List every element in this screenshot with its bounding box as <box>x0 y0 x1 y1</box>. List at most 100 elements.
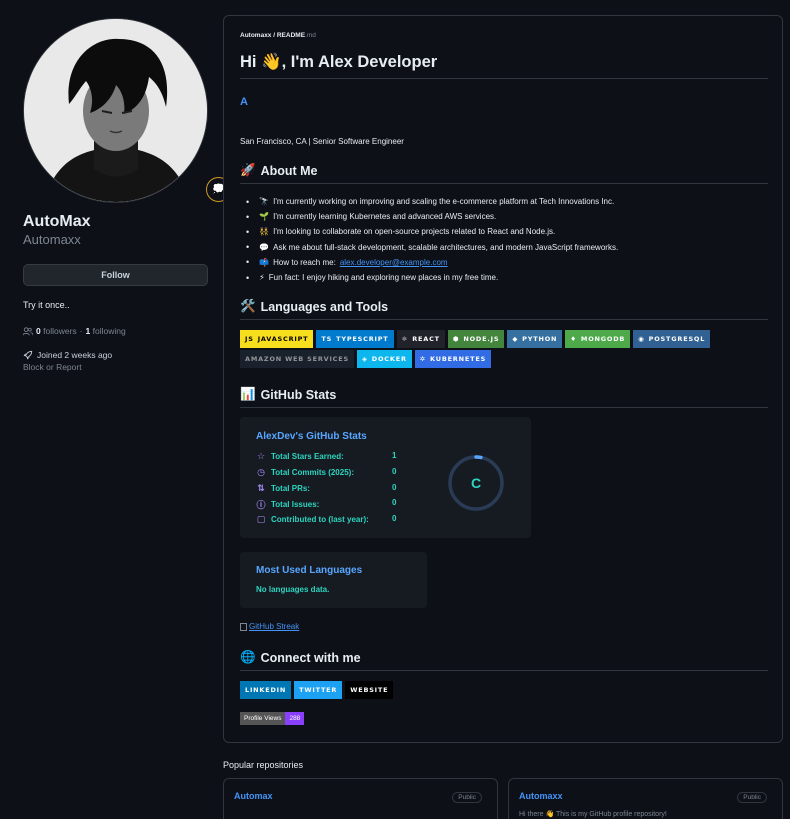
postgresql-icon: ◉ <box>638 335 645 343</box>
langs-card-title: Most Used Languages <box>256 565 363 576</box>
langs-card-empty: No languages data. <box>256 585 330 594</box>
badge-label: WEBSITE <box>350 686 389 694</box>
stats-heading-text: GitHub Stats <box>260 387 337 402</box>
repo-description: Hi there 👋 This is my GitHub profile rep… <box>519 811 667 818</box>
follow-button[interactable]: Follow <box>23 264 208 286</box>
badge-node-js[interactable]: ⬢ NODE.JS <box>447 330 505 348</box>
about-item: 🌱I'm currently learning Kubernetes and a… <box>246 209 618 224</box>
about-item-icon: 🌱 <box>259 212 270 222</box>
repo-card: Automax Public <box>223 778 498 819</box>
followers-link[interactable]: 0 followers <box>36 326 77 336</box>
tools-badges-row-2: AMAZON WEB SERVICES ◈ DOCKER ✲ KUBERNETES <box>240 350 492 368</box>
stat-row: ☆ Total Stars Earned: <box>256 451 344 462</box>
stat-value: 0 <box>392 466 397 476</box>
badge-label: NODE.JS <box>463 335 500 343</box>
crumb-user-link[interactable]: Automaxx <box>240 32 271 39</box>
rank-letter: C <box>471 475 481 491</box>
badge-label: TYPESCRIPT <box>336 335 389 343</box>
profile-views-badge: Profile Views 288 <box>240 712 305 725</box>
about-item: ⚡Fun fact: I enjoy hiking and exploring … <box>246 270 618 285</box>
popular-repos-heading: Popular repositories <box>223 760 304 770</box>
stat-value: 0 <box>392 482 397 492</box>
badge-label: POSTGRESQL <box>648 335 706 343</box>
globe-icon: 🌐 <box>240 650 256 664</box>
stat-icon: ◷ <box>257 466 265 477</box>
badge-label: DOCKER <box>371 355 407 363</box>
badge-amazon-web-services[interactable]: AMAZON WEB SERVICES <box>240 350 354 368</box>
display-name: AutoMax <box>23 213 91 230</box>
connect-badges: LINKEDIN TWITTER WEBSITE <box>240 681 394 699</box>
email-link[interactable]: alex.developer@example.com <box>340 258 448 267</box>
typescript-icon: TS <box>321 335 333 343</box>
stat-label: Total PRs: <box>271 483 310 493</box>
badge-kubernetes[interactable]: ✲ KUBERNETES <box>414 350 492 368</box>
about-item-icon: 📫 <box>259 257 270 267</box>
joined-info: Joined 2 weeks ago <box>23 350 208 360</box>
about-item-text: I'm looking to collaborate on open-sourc… <box>273 227 556 237</box>
about-item-text: Ask me about full-stack development, sca… <box>273 242 619 252</box>
joined-text: Joined 2 weeks ago <box>37 350 113 360</box>
stats-separator: · <box>79 326 83 336</box>
social-badge-linkedin[interactable]: LINKEDIN <box>240 681 292 699</box>
badge-label: JAVASCRIPT <box>257 335 309 343</box>
repo-card: Automaxx Public Hi there 👋 This is my Gi… <box>508 778 783 819</box>
stats-heading: 📊 GitHub Stats <box>240 387 768 408</box>
tools-icon: 🛠️ <box>240 299 256 313</box>
badge-docker[interactable]: ◈ DOCKER <box>356 350 412 368</box>
stat-icon: ⇅ <box>257 482 265 493</box>
docker-icon: ◈ <box>361 355 368 363</box>
stat-label: Total Issues: <box>271 500 320 510</box>
tools-heading-text: Languages and Tools <box>260 299 389 314</box>
connect-heading: 🌐 Connect with me <box>240 650 768 671</box>
github-stats-card[interactable]: AlexDev's GitHub Stats ☆ Total Stars Earn… <box>240 417 531 538</box>
badge-label: TWITTER <box>299 686 338 694</box>
badge-postgresql[interactable]: ◉ POSTGRESQL <box>633 330 711 348</box>
most-used-languages-card[interactable]: Most Used Languages No languages data. <box>240 552 427 608</box>
social-badge-twitter[interactable]: TWITTER <box>294 681 343 699</box>
node-js-icon: ⬢ <box>452 335 460 343</box>
block-or-report-link[interactable]: Block or Report <box>23 362 208 372</box>
following-link[interactable]: 1 following <box>86 326 126 336</box>
about-item-icon: 👯 <box>259 227 270 237</box>
stat-icon: ⓘ <box>256 500 266 511</box>
about-item-icon: 💬 <box>259 242 270 252</box>
about-item-icon: 🔭 <box>259 197 270 207</box>
stat-icon: ▢ <box>256 514 266 525</box>
python-icon: ◆ <box>512 335 519 343</box>
badge-label: AMAZON WEB SERVICES <box>245 355 349 363</box>
profile-views-label: Profile Views <box>240 712 286 725</box>
rocket-icon <box>23 350 33 360</box>
avatar[interactable] <box>23 18 208 203</box>
stat-row: ⇅ Total PRs: <box>256 483 310 494</box>
about-item: 💬Ask me about full-stack development, sc… <box>246 240 618 255</box>
react-icon: ⚛ <box>401 335 409 343</box>
kubernetes-icon: ✲ <box>419 355 427 363</box>
repo-name-link[interactable]: Automaxx <box>519 791 563 801</box>
readme-title: Hi 👋, I'm Alex Developer <box>240 53 768 79</box>
social-badge-website[interactable]: WEBSITE <box>345 681 394 699</box>
stat-icon: ☆ <box>256 451 266 461</box>
about-item-text: Fun fact: I enjoy hiking and exploring n… <box>268 273 499 283</box>
badge-javascript[interactable]: JS JAVASCRIPT <box>240 330 314 348</box>
badge-label: KUBERNETES <box>430 355 487 363</box>
people-icon <box>23 326 33 335</box>
github-streak-image-link[interactable]: GitHub Streak <box>240 622 299 631</box>
broken-image-icon <box>240 622 247 631</box>
about-item-icon: ⚡ <box>259 273 265 283</box>
badge-typescript[interactable]: TS TYPESCRIPT <box>316 330 394 348</box>
repo-name-link[interactable]: Automax <box>234 791 273 801</box>
rank-ring: C <box>448 455 504 511</box>
tools-badges-row-1: JS JAVASCRIPT TS TYPESCRIPT ⚛ REACT ⬢ NODE.JS ◆ P… <box>240 330 711 348</box>
badge-react[interactable]: ⚛ REACT <box>396 330 445 348</box>
about-item-text: How to reach me: <box>273 257 336 267</box>
badge-python[interactable]: ◆ PYTHON <box>507 330 563 348</box>
profile-views-count: 288 <box>285 712 305 725</box>
bio: Try it once.. <box>23 300 70 310</box>
chart-icon: 📊 <box>240 387 256 401</box>
location-line: San Francisco, CA | Senior Software Engi… <box>240 137 404 146</box>
stat-label: Total Stars Earned: <box>271 452 344 461</box>
stat-value: 1 <box>392 451 397 460</box>
badge-mongodb[interactable]: ♦ MONGODB <box>565 330 631 348</box>
mongodb-icon: ♦ <box>570 335 577 343</box>
stat-value: 0 <box>392 498 397 508</box>
